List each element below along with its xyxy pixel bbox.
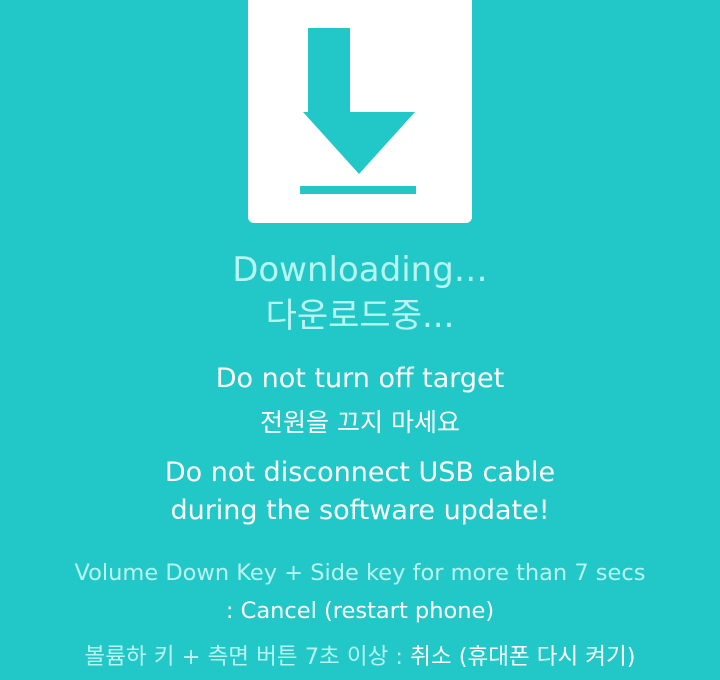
downloading-title: Downloading…	[232, 250, 488, 290]
download-arrow-icon	[300, 28, 416, 194]
power-warning-korean: 전원을 끄지 마세요	[260, 408, 460, 437]
cancel-hint-korean: 볼륨하 키 + 측면 버튼 7초 이상 : 취소 (휴대폰 다시 켜기)	[0, 642, 720, 672]
usb-warning-line-1: Do not disconnect USB cable	[164, 457, 556, 488]
downloading-title-korean: 다운로드중...	[265, 296, 455, 336]
cancel-key-combo-hint: Volume Down Key + Side key for more than…	[74, 560, 646, 586]
usb-warning-line-2: during the software update!	[170, 495, 550, 526]
cancel-key-combo-korean: 볼륨하 키 + 측면 버튼 7초 이상 :	[84, 644, 404, 670]
cancel-action-korean: 취소 (휴대폰 다시 켜기)	[410, 644, 636, 670]
cancel-action-hint: : Cancel (restart phone)	[225, 598, 495, 624]
power-warning: Do not turn off target	[215, 363, 505, 394]
download-icon-tile	[248, 0, 472, 223]
